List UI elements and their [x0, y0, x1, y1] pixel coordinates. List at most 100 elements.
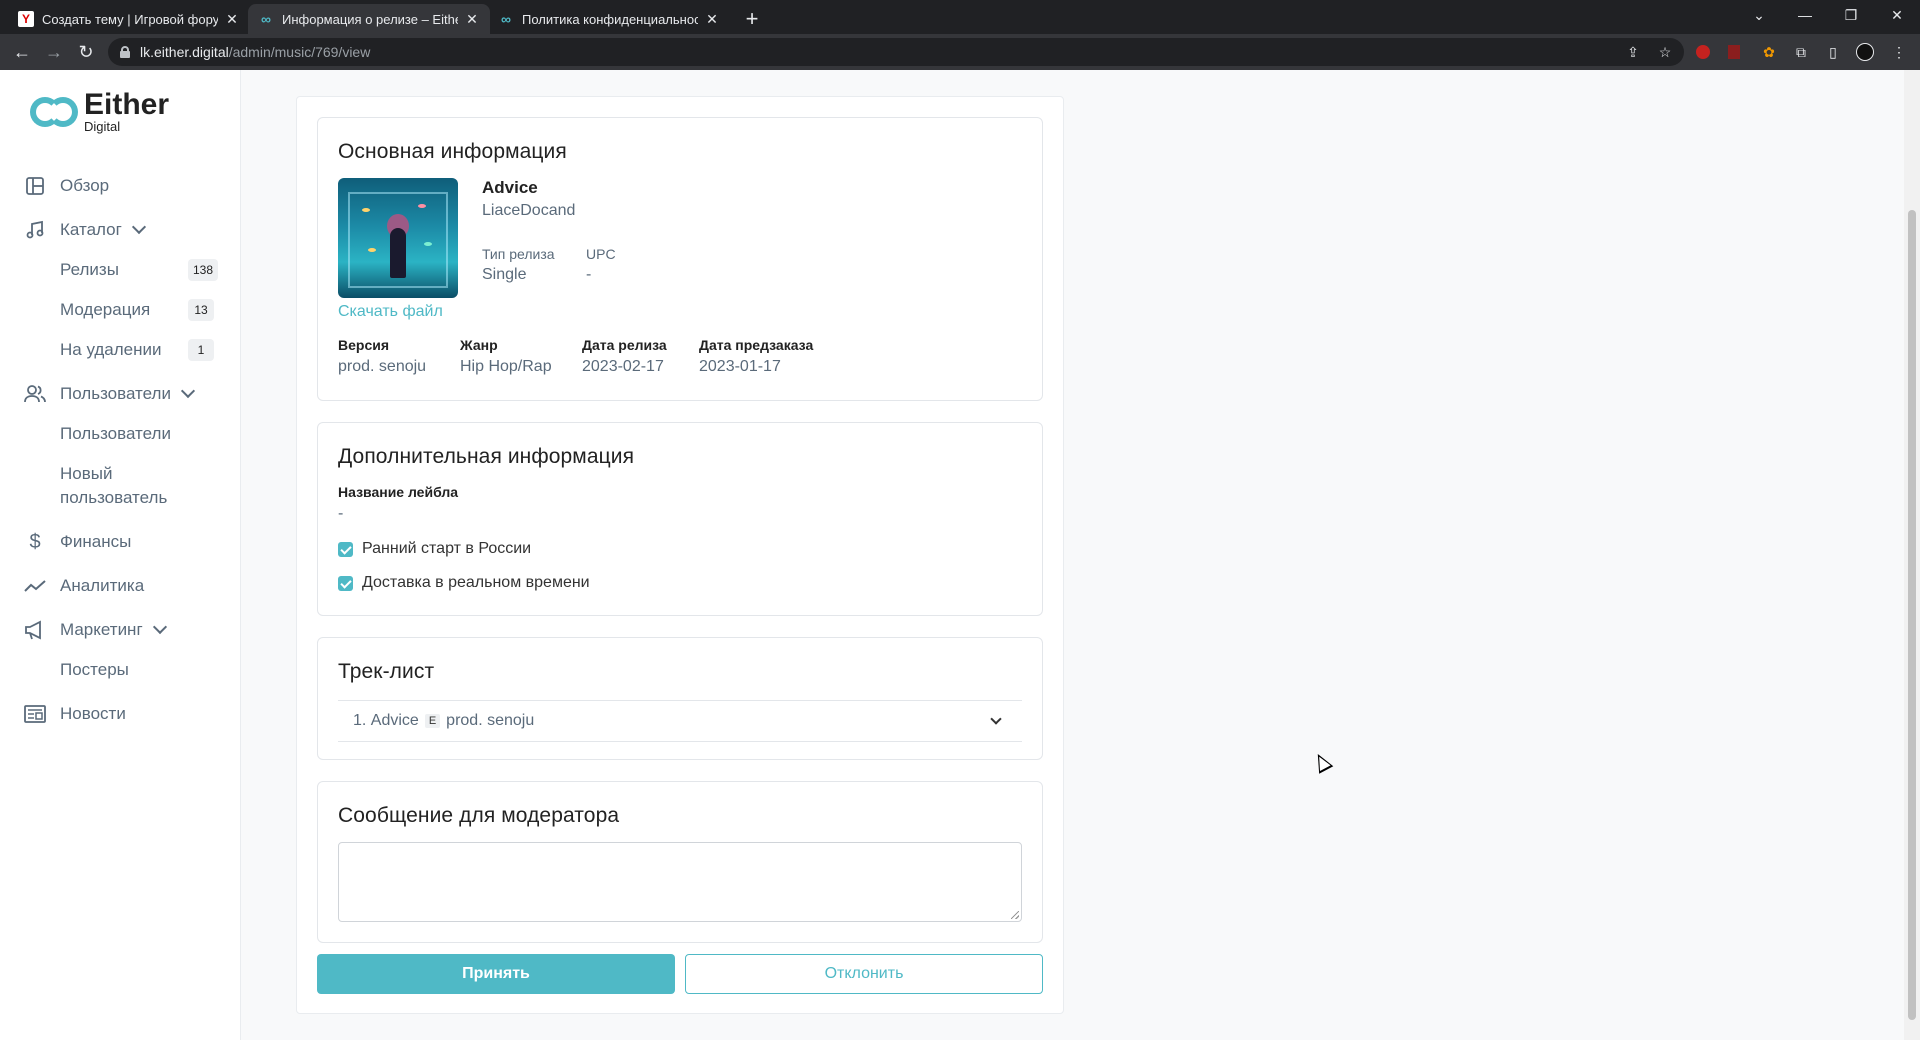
preorder-date-label: Дата предзаказа — [699, 337, 814, 353]
sidebar-item-analytics[interactable]: Аналитика — [24, 573, 144, 599]
sidebar-item-deletion[interactable]: На удалении — [60, 338, 162, 362]
sidebar-item-label: Новости — [60, 704, 126, 723]
share-icon[interactable]: ⇪ — [1624, 43, 1642, 61]
scrollbar-thumb[interactable] — [1908, 210, 1916, 1020]
accept-button[interactable]: Принять — [317, 954, 675, 994]
chevron-down-icon — [131, 219, 146, 235]
checkbox-checked-icon[interactable] — [338, 575, 353, 591]
close-window-button[interactable]: ✕ — [1874, 0, 1920, 30]
basic-info-title: Основная информация — [338, 140, 567, 163]
moderation-count-badge: 13 — [188, 299, 214, 321]
tab-label: Создать тему | Игровой форум — [42, 11, 218, 27]
early-start-checkbox[interactable]: Ранний старт в России — [338, 540, 531, 558]
sidebar-item-users-group[interactable]: Пользователи — [24, 381, 196, 407]
either-digital-logo[interactable]: Either Digital — [30, 90, 169, 133]
extension-icon[interactable] — [1728, 45, 1740, 59]
sidebar-item-finance[interactable]: $ Финансы — [24, 529, 131, 555]
moderator-message-card: Сообщение для модератора — [317, 781, 1043, 943]
explicit-badge: E — [424, 714, 441, 728]
browser-toolbar: ← → ↻ lk.either.digital/admin/music/769/… — [0, 34, 1920, 70]
preorder-date-value: 2023-01-17 — [699, 358, 781, 375]
url-path: /admin/music/769/view — [228, 44, 371, 60]
reject-button[interactable]: Отклонить — [685, 954, 1043, 994]
reload-icon[interactable]: ↻ — [74, 40, 98, 64]
extension-flower-icon[interactable]: ✿ — [1760, 43, 1778, 61]
users-icon — [24, 383, 46, 405]
realtime-delivery-checkbox[interactable]: Доставка в реальном времени — [338, 574, 590, 592]
puzzle-extensions-icon[interactable]: ⧉ — [1792, 43, 1810, 61]
extra-info-card: Дополнительная информация Название лейбл… — [317, 422, 1043, 616]
side-panel-icon[interactable]: ▯ — [1824, 43, 1842, 61]
logo-title: Either — [84, 88, 170, 121]
logo-subtitle: Digital — [84, 119, 121, 134]
music-note-icon — [24, 219, 46, 241]
minimize-button[interactable]: — — [1782, 0, 1828, 30]
profile-avatar[interactable] — [1856, 43, 1874, 61]
restore-button[interactable]: ❐ — [1828, 0, 1874, 30]
resize-grip-icon[interactable] — [1011, 911, 1019, 919]
browser-tab-privacy[interactable]: ∞ Политика конфиденциальности ✕ — [488, 4, 730, 34]
upc-label: UPC — [586, 246, 616, 262]
back-arrow-icon[interactable]: ← — [10, 40, 34, 64]
close-tab-icon[interactable]: ✕ — [464, 11, 480, 28]
moderator-message-title: Сообщение для модератора — [338, 804, 620, 827]
download-file-link[interactable]: Скачать файл — [338, 303, 443, 321]
sidebar-item-label: Финансы — [60, 532, 132, 551]
moderator-message-textarea[interactable] — [338, 842, 1022, 922]
lock-icon — [120, 46, 130, 58]
version-value: prod. senoju — [338, 358, 427, 375]
releases-count-badge: 138 — [188, 259, 219, 281]
tracklist-card: Трек-лист 1. Advice Eprod. senoju — [317, 637, 1043, 760]
release-type-value: Single — [482, 266, 527, 283]
newspaper-icon — [24, 703, 46, 725]
track-row[interactable]: 1. Advice Eprod. senoju — [338, 700, 1022, 742]
sidebar-item-new-user[interactable]: Новый пользователь — [60, 462, 200, 510]
browser-tab-forum[interactable]: Y Создать тему | Игровой форум ✕ — [8, 4, 250, 34]
sidebar-item-marketing[interactable]: Маркетинг — [24, 617, 167, 643]
close-tab-icon[interactable]: ✕ — [704, 11, 720, 28]
tab-label: Политика конфиденциальности — [522, 11, 698, 27]
sidebar-item-label: Обзор — [60, 176, 110, 195]
sidebar-item-releases[interactable]: Релизы — [60, 258, 119, 282]
chevron-down-icon — [152, 619, 167, 635]
sidebar-item-news[interactable]: Новости — [24, 701, 126, 727]
tab-label: Информация о релизе – Either Digital — [282, 11, 458, 27]
chevron-down-icon[interactable] — [990, 713, 1002, 725]
sidebar-item-overview[interactable]: Обзор — [24, 173, 109, 199]
either-logo-icon — [30, 93, 82, 131]
sidebar-item-label: Аналитика — [60, 576, 145, 595]
genre-label: Жанр — [460, 337, 498, 353]
megaphone-icon — [24, 619, 46, 641]
url-host: lk.either.digital — [140, 44, 229, 60]
sidebar-item-catalog[interactable]: Каталог — [24, 217, 146, 243]
address-bar[interactable]: lk.either.digital/admin/music/769/view — [108, 38, 1684, 66]
tab-search-icon[interactable]: ⌄ — [1736, 0, 1782, 30]
sidebar-item-users[interactable]: Пользователи — [60, 422, 171, 446]
release-artist: LiaceDocand — [482, 202, 576, 219]
ublock-extension-icon[interactable] — [1696, 45, 1710, 59]
tracklist-title: Трек-лист — [338, 660, 435, 683]
checkbox-checked-icon[interactable] — [338, 541, 353, 557]
bookmark-star-icon[interactable]: ☆ — [1656, 43, 1674, 61]
new-tab-button[interactable]: + — [738, 6, 766, 34]
sidebar-item-posters[interactable]: Постеры — [60, 658, 129, 682]
dollar-icon: $ — [29, 530, 41, 553]
release-cover-image — [338, 178, 458, 298]
browser-menu-icon[interactable]: ⋮ — [1890, 43, 1908, 61]
either-favicon-icon: ∞ — [501, 11, 511, 27]
forward-arrow-icon[interactable]: → — [42, 40, 66, 64]
label-name-label: Название лейбла — [338, 484, 459, 500]
early-start-label: Ранний старт в России — [362, 540, 532, 557]
upc-value: - — [586, 266, 592, 283]
dashboard-icon — [24, 175, 46, 197]
version-label: Версия — [338, 337, 390, 353]
sidebar-item-moderation[interactable]: Модерация — [60, 298, 150, 322]
close-tab-icon[interactable]: ✕ — [224, 11, 240, 28]
sidebar: Either Digital Обзор Каталог Релизы 138 … — [0, 70, 241, 1040]
page-scrollbar[interactable] — [1904, 70, 1920, 1040]
chevron-down-icon — [180, 383, 196, 399]
deletion-count-badge: 1 — [188, 339, 214, 361]
browser-tab-release-info[interactable]: ∞ Информация о релизе – Either Digital ✕ — [248, 4, 490, 34]
realtime-delivery-label: Доставка в реальном времени — [362, 574, 590, 591]
sidebar-item-label: Маркетинг — [60, 620, 143, 639]
